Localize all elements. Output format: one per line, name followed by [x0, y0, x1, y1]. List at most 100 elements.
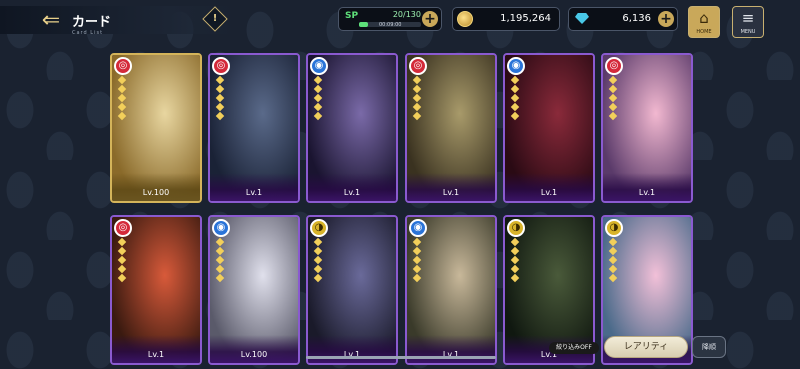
sp-add-button[interactable]: + [422, 11, 438, 27]
red-attribute-icon: ◎ [409, 57, 427, 75]
rarity-pips [313, 75, 323, 122]
rarity-diamond-icon [412, 273, 422, 283]
sort-order-button[interactable]: 降順 [692, 336, 726, 358]
coin-icon [457, 11, 473, 27]
rarity-pips [412, 75, 422, 122]
rarity-diamond-icon [215, 255, 225, 265]
rarity-diamond-icon [412, 255, 422, 265]
home-icon: ⌂ [699, 9, 709, 27]
rarity-diamond-icon [313, 246, 323, 256]
rarity-diamond-icon [510, 102, 520, 112]
rarity-diamond-icon [608, 75, 618, 85]
card-level: Lv.1 [343, 188, 361, 197]
filter-status-chip[interactable]: 絞り込みOFF [549, 342, 599, 354]
coin-value: 1,195,264 [500, 13, 551, 24]
card-tile[interactable]: ◎ Lv.100 [110, 53, 202, 203]
rarity-diamond-icon [412, 237, 422, 247]
red-attribute-icon: ◎ [114, 57, 132, 75]
rarity-diamond-icon [608, 102, 618, 112]
rarity-pips [608, 75, 618, 122]
blue-attribute-icon: ◉ [409, 219, 427, 237]
card-tile[interactable]: ◎ Lv.1 [110, 215, 202, 365]
card-level: Lv.1 [245, 188, 263, 197]
rarity-diamond-icon [510, 237, 520, 247]
rarity-diamond-icon [510, 75, 520, 85]
card-tile[interactable]: ◉ Lv.1 [405, 215, 497, 365]
sp-timer: 00:09:00 [379, 22, 402, 28]
card-tile[interactable]: ◉ Lv.1 [503, 53, 595, 203]
rarity-diamond-icon [313, 264, 323, 274]
hamburger-icon: ≡ [741, 9, 755, 27]
rarity-diamond-icon [215, 93, 225, 103]
card-tile[interactable]: ◉ Lv.100 [208, 215, 300, 365]
rarity-pips [510, 237, 520, 284]
rarity-diamond-icon [117, 111, 127, 121]
rarity-diamond-icon [215, 273, 225, 283]
rarity-diamond-icon [510, 84, 520, 94]
rarity-diamond-icon [313, 84, 323, 94]
card-level: Lv.100 [240, 350, 268, 359]
rarity-diamond-icon [510, 264, 520, 274]
home-button[interactable]: ⌂ HOME [688, 6, 720, 38]
card-tile[interactable]: ◑Lv.1 [306, 215, 398, 365]
rarity-diamond-icon [412, 93, 422, 103]
card-tile[interactable]: ◎ Lv.1 [208, 53, 300, 203]
back-arrow-icon[interactable]: ⇐ [38, 9, 64, 33]
rarity-diamond-icon [313, 273, 323, 283]
card-level: Lv.1 [442, 188, 460, 197]
rarity-diamond-icon [608, 246, 618, 256]
gem-add-button[interactable]: + [658, 11, 674, 27]
card-level: Lv.1 [638, 188, 656, 197]
rarity-diamond-icon [117, 93, 127, 103]
red-attribute-icon: ◎ [605, 57, 623, 75]
rarity-diamond-icon [510, 111, 520, 121]
rarity-diamond-icon [117, 84, 127, 94]
rarity-diamond-icon [608, 255, 618, 265]
rarity-diamond-icon [313, 237, 323, 247]
rarity-diamond-icon [215, 237, 225, 247]
coin-counter: 1,195,264 [452, 7, 560, 31]
gem-icon [575, 13, 589, 24]
rarity-diamond-icon [117, 255, 127, 265]
rarity-diamond-icon [412, 84, 422, 94]
red-attribute-icon: ◎ [212, 57, 230, 75]
sp-label: SP [345, 11, 359, 21]
blue-attribute-icon: ◉ [507, 57, 525, 75]
sp-bar-fill [359, 22, 369, 27]
rarity-diamond-icon [117, 264, 127, 274]
page-subtitle: Card List [72, 30, 104, 36]
card-tile[interactable]: ◎ Lv.1 [601, 53, 693, 203]
rarity-diamond-icon [412, 102, 422, 112]
rarity-diamond-icon [510, 255, 520, 265]
info-icon: ! [212, 13, 218, 24]
rarity-diamond-icon [117, 102, 127, 112]
rarity-diamond-icon [510, 93, 520, 103]
rarity-diamond-icon [608, 264, 618, 274]
home-indicator [306, 356, 496, 359]
yellow-attribute-icon: ◑ [507, 219, 525, 237]
rarity-pips [608, 237, 618, 284]
rarity-pips [215, 75, 225, 122]
card-level: Lv.100 [142, 188, 170, 197]
rarity-pips [313, 237, 323, 284]
gem-value: 6,136 [622, 13, 651, 24]
rarity-diamond-icon [608, 111, 618, 121]
rarity-diamond-icon [313, 102, 323, 112]
rarity-pips [215, 237, 225, 284]
rarity-diamond-icon [215, 84, 225, 94]
rarity-diamond-icon [215, 246, 225, 256]
rarity-diamond-icon [313, 111, 323, 121]
rarity-diamond-icon [510, 246, 520, 256]
sp-meter: SP 20/130 00:09:00 + [338, 7, 442, 31]
yellow-attribute-icon: ◑ [310, 219, 328, 237]
home-label: HOME [696, 29, 712, 35]
sort-rarity-button[interactable]: レアリティ [604, 336, 688, 358]
top-bar: ⇐ カード Card List ! SP 20/130 00:09:00 + 1… [0, 0, 800, 42]
menu-button[interactable]: ≡ MENU [732, 6, 764, 38]
rarity-diamond-icon [117, 273, 127, 283]
card-level: Lv.1 [147, 350, 165, 359]
card-tile[interactable]: ◎ Lv.1 [405, 53, 497, 203]
gem-counter: 6,136 + [568, 7, 678, 31]
rarity-diamond-icon [412, 264, 422, 274]
card-tile[interactable]: ◉ Lv.1 [306, 53, 398, 203]
